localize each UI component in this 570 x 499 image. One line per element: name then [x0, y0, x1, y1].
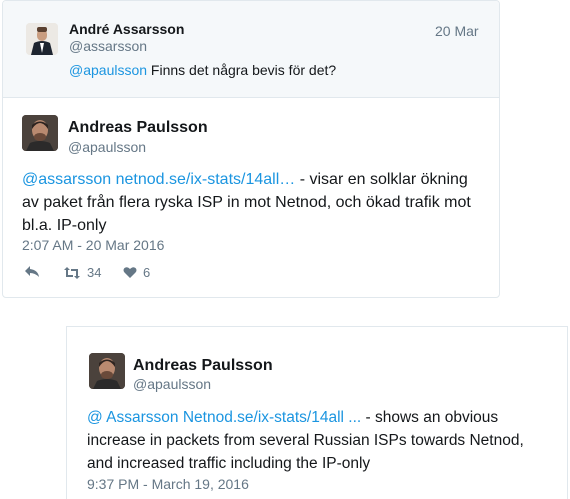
- author-name[interactable]: André Assarsson: [69, 21, 184, 37]
- tweet-text: @apaulsson Finns det några bevis för det…: [69, 62, 336, 78]
- avatar[interactable]: [26, 23, 58, 55]
- mention-link[interactable]: @ Assarsson Netnod.se/ix-stats/14all ...: [87, 409, 361, 426]
- tweet-text-body: - shows an obvious: [361, 409, 499, 426]
- like-button[interactable]: 6: [123, 265, 150, 280]
- tweet-text: @ Assarsson Netnod.se/ix-stats/14all ...…: [87, 406, 567, 475]
- author-handle[interactable]: @apaulsson: [133, 376, 211, 392]
- tweet-date[interactable]: 20 Mar: [435, 23, 479, 39]
- reply-icon: [24, 265, 40, 279]
- url-link[interactable]: netnod.se/ix-stats/14all…: [116, 171, 296, 188]
- author-name[interactable]: Andreas Paulsson: [68, 119, 208, 137]
- retweet-button[interactable]: 34: [63, 265, 101, 280]
- tweet-timestamp[interactable]: 2:07 AM - 20 Mar 2016: [22, 237, 164, 253]
- mention-link[interactable]: @apaulsson: [69, 62, 147, 78]
- tweet-text-body: - visar en solklar ökning: [295, 171, 468, 188]
- retweet-icon: [63, 266, 81, 280]
- tweet-text-line: @ Assarsson Netnod.se/ix-stats/14all ...…: [87, 406, 567, 429]
- tweet-text-line: av paket från flera ryska ISP in mot Net…: [22, 194, 471, 211]
- tweet-text-body: Finns det några bevis för det?: [147, 62, 337, 78]
- mention-link[interactable]: @assarsson: [22, 171, 111, 188]
- reply-button[interactable]: [24, 265, 40, 279]
- retweet-count: 34: [87, 265, 102, 280]
- heart-icon: [123, 266, 137, 279]
- tweet-card: Andreas Paulsson @apaulsson @ Assarsson …: [66, 326, 568, 499]
- avatar[interactable]: [22, 115, 58, 151]
- tweet-text: @assarsson netnod.se/ix-stats/14all… - v…: [22, 168, 492, 237]
- author-name[interactable]: Andreas Paulsson: [133, 357, 273, 375]
- tweet-text-line: and increased traffic including the IP-o…: [87, 455, 371, 472]
- avatar[interactable]: [89, 353, 125, 389]
- tweet-card: André Assarsson @assarsson 20 Mar @apaul…: [2, 0, 500, 298]
- author-handle[interactable]: @apaulsson: [68, 139, 146, 155]
- tweet-text-line: bl.a. IP-only: [22, 217, 107, 234]
- author-handle[interactable]: @assarsson: [69, 38, 147, 54]
- tweet-timestamp[interactable]: 9:37 PM - March 19, 2016: [87, 476, 249, 492]
- tweet-text-line: increase in packets from several Russian…: [87, 432, 524, 449]
- tweet-text-line: @assarsson netnod.se/ix-stats/14all… - v…: [22, 168, 492, 191]
- like-count: 6: [143, 265, 151, 280]
- reply-tweet[interactable]: André Assarsson @assarsson 20 Mar @apaul…: [3, 1, 499, 98]
